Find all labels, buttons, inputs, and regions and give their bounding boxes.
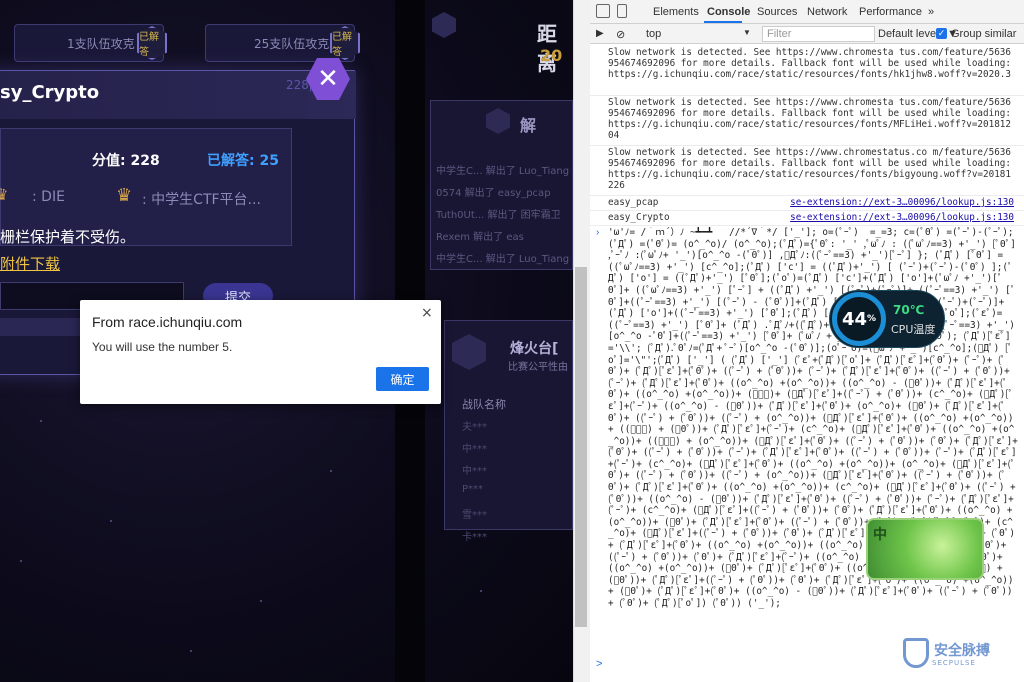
- challenge-description: 栅栏保护着不受伤。: [0, 228, 136, 246]
- tab-network[interactable]: Network: [807, 6, 847, 18]
- alert-message: You will use the number 5.: [92, 340, 233, 354]
- author-org: : 中学生CTF平台...: [142, 192, 261, 208]
- divider: [590, 195, 1024, 196]
- attachment-download-link[interactable]: 附件下载: [0, 253, 60, 274]
- cpu-temperature: 70℃: [893, 303, 925, 317]
- console-message: Slow network is detected. See https://ww…: [608, 97, 1017, 141]
- cpu-usage-gauge: 44%: [832, 292, 886, 346]
- more-tabs-icon[interactable]: »: [928, 6, 934, 18]
- badge-label: 已解答: [332, 32, 352, 58]
- crown-icon: ♛: [116, 185, 133, 206]
- console-message: Slow network is detected. See https://ww…: [608, 47, 1017, 80]
- console-source-link[interactable]: se-extension://ext-3…00096/lookup.js:130: [790, 197, 1014, 208]
- star: [20, 560, 22, 562]
- input-caret-icon: ›: [596, 227, 600, 238]
- solve-feed-item: 0574 解出了 easy_pcap: [436, 188, 551, 199]
- alert-ok-button[interactable]: 确定: [376, 367, 429, 391]
- alert-close-icon[interactable]: ×: [421, 305, 433, 321]
- ranking-row: 夫***: [462, 422, 487, 433]
- scrollbar-thumb[interactable]: [575, 267, 587, 627]
- cpu-temperature-label: CPU温度: [891, 323, 936, 336]
- tab-elements[interactable]: Elements: [653, 6, 699, 18]
- challenge-solved-count: 已解答: 25: [207, 153, 279, 169]
- star: [40, 420, 42, 422]
- console-source-link[interactable]: se-extension://ext-3…00096/lookup.js:130: [790, 212, 1014, 223]
- star: [110, 520, 112, 522]
- watermark-logo: 安全脉搏: [934, 643, 990, 659]
- filter-input[interactable]: Filter: [762, 26, 875, 42]
- ranking-row: 中***: [462, 466, 487, 477]
- ranking-column-header: 战队名称: [462, 398, 506, 411]
- ranking-row: P***: [462, 484, 484, 495]
- challenge-score: 分值: 228: [92, 153, 160, 169]
- divider: [590, 95, 1024, 96]
- ime-mode-label: 中: [873, 527, 887, 543]
- ctf-game-page: 1支队伍攻克 已解答 25支队伍攻克 已解答 距离 20 解 中学生C... 解…: [0, 0, 573, 682]
- star: [190, 650, 192, 652]
- inspect-element-icon[interactable]: [596, 4, 610, 18]
- star: [330, 470, 332, 472]
- ranking-subtitle: 比赛公平性由: [508, 362, 568, 373]
- ranking-row: 雪***: [462, 510, 487, 521]
- devtools-tab-bar: Elements Console Sources Network Perform…: [590, 0, 1024, 24]
- ranking-row: 中***: [462, 444, 487, 455]
- shield-icon: [903, 638, 929, 668]
- solve-feed-item: Rexem 解出了 eas: [436, 232, 524, 243]
- star: [480, 590, 482, 592]
- active-tab-indicator: [704, 21, 742, 23]
- solve-feed-item: Tuth0Ut... 解出了 困牢霜卫: [436, 210, 561, 221]
- hexagon-icon: [432, 12, 456, 38]
- star: [260, 600, 262, 602]
- solve-feed-item: 中学生C... 解出了 Luo_Tiang: [436, 254, 570, 265]
- team-count-label: 25支队伍攻克: [254, 36, 330, 51]
- alert-title: From race.ichunqiu.com: [92, 314, 243, 330]
- watermark-subtext: SECPULSE: [932, 659, 976, 667]
- team-count-label: 1支队伍攻克: [67, 36, 135, 51]
- tab-sources[interactable]: Sources: [757, 6, 797, 18]
- ranking-title: 烽火台[: [510, 341, 559, 357]
- group-similar-label: Group similar: [951, 28, 1017, 40]
- console-message: Slow network is detected. See https://ww…: [608, 147, 1017, 191]
- divider: [590, 225, 1024, 226]
- solve-feed-title: 解: [520, 116, 537, 135]
- crown-icon: ♛: [0, 185, 9, 204]
- divider: [590, 210, 1024, 211]
- divider: [590, 145, 1024, 146]
- cpu-usage-value: 44: [841, 308, 868, 330]
- first-blood-team: : DIE: [32, 189, 65, 205]
- console-command-echo: 'ω'ﾉ= /｀ｍ´）ﾉ ~┻━┻ //*´∇｀*/ ['_']; o=(ﾟｰﾟ…: [608, 227, 1018, 609]
- cpu-usage-unit: %: [867, 314, 877, 324]
- solve-feed-item: 中学生C... 解出了 Luo_Tiang: [436, 166, 570, 177]
- sidebar-toggle-icon[interactable]: ▶: [596, 28, 604, 39]
- group-similar-checkbox[interactable]: ✓: [936, 28, 947, 39]
- device-toolbar-icon[interactable]: [617, 4, 627, 18]
- tab-performance[interactable]: Performance: [859, 6, 922, 18]
- tab-console[interactable]: Console: [707, 6, 750, 18]
- countdown-value: 20: [540, 46, 563, 65]
- context-select[interactable]: top: [646, 28, 661, 40]
- chevron-down-icon[interactable]: ▼: [743, 28, 751, 37]
- badge-label: 已解答: [139, 32, 159, 58]
- close-icon: ✕: [317, 64, 339, 94]
- console-prompt[interactable]: >: [596, 658, 602, 670]
- challenge-title: sy_Crypto: [0, 82, 100, 103]
- clear-console-icon[interactable]: ⊘: [616, 28, 625, 41]
- ranking-row: 卡***: [462, 532, 487, 543]
- alert-dialog: From race.ichunqiu.com × You will use th…: [80, 300, 441, 404]
